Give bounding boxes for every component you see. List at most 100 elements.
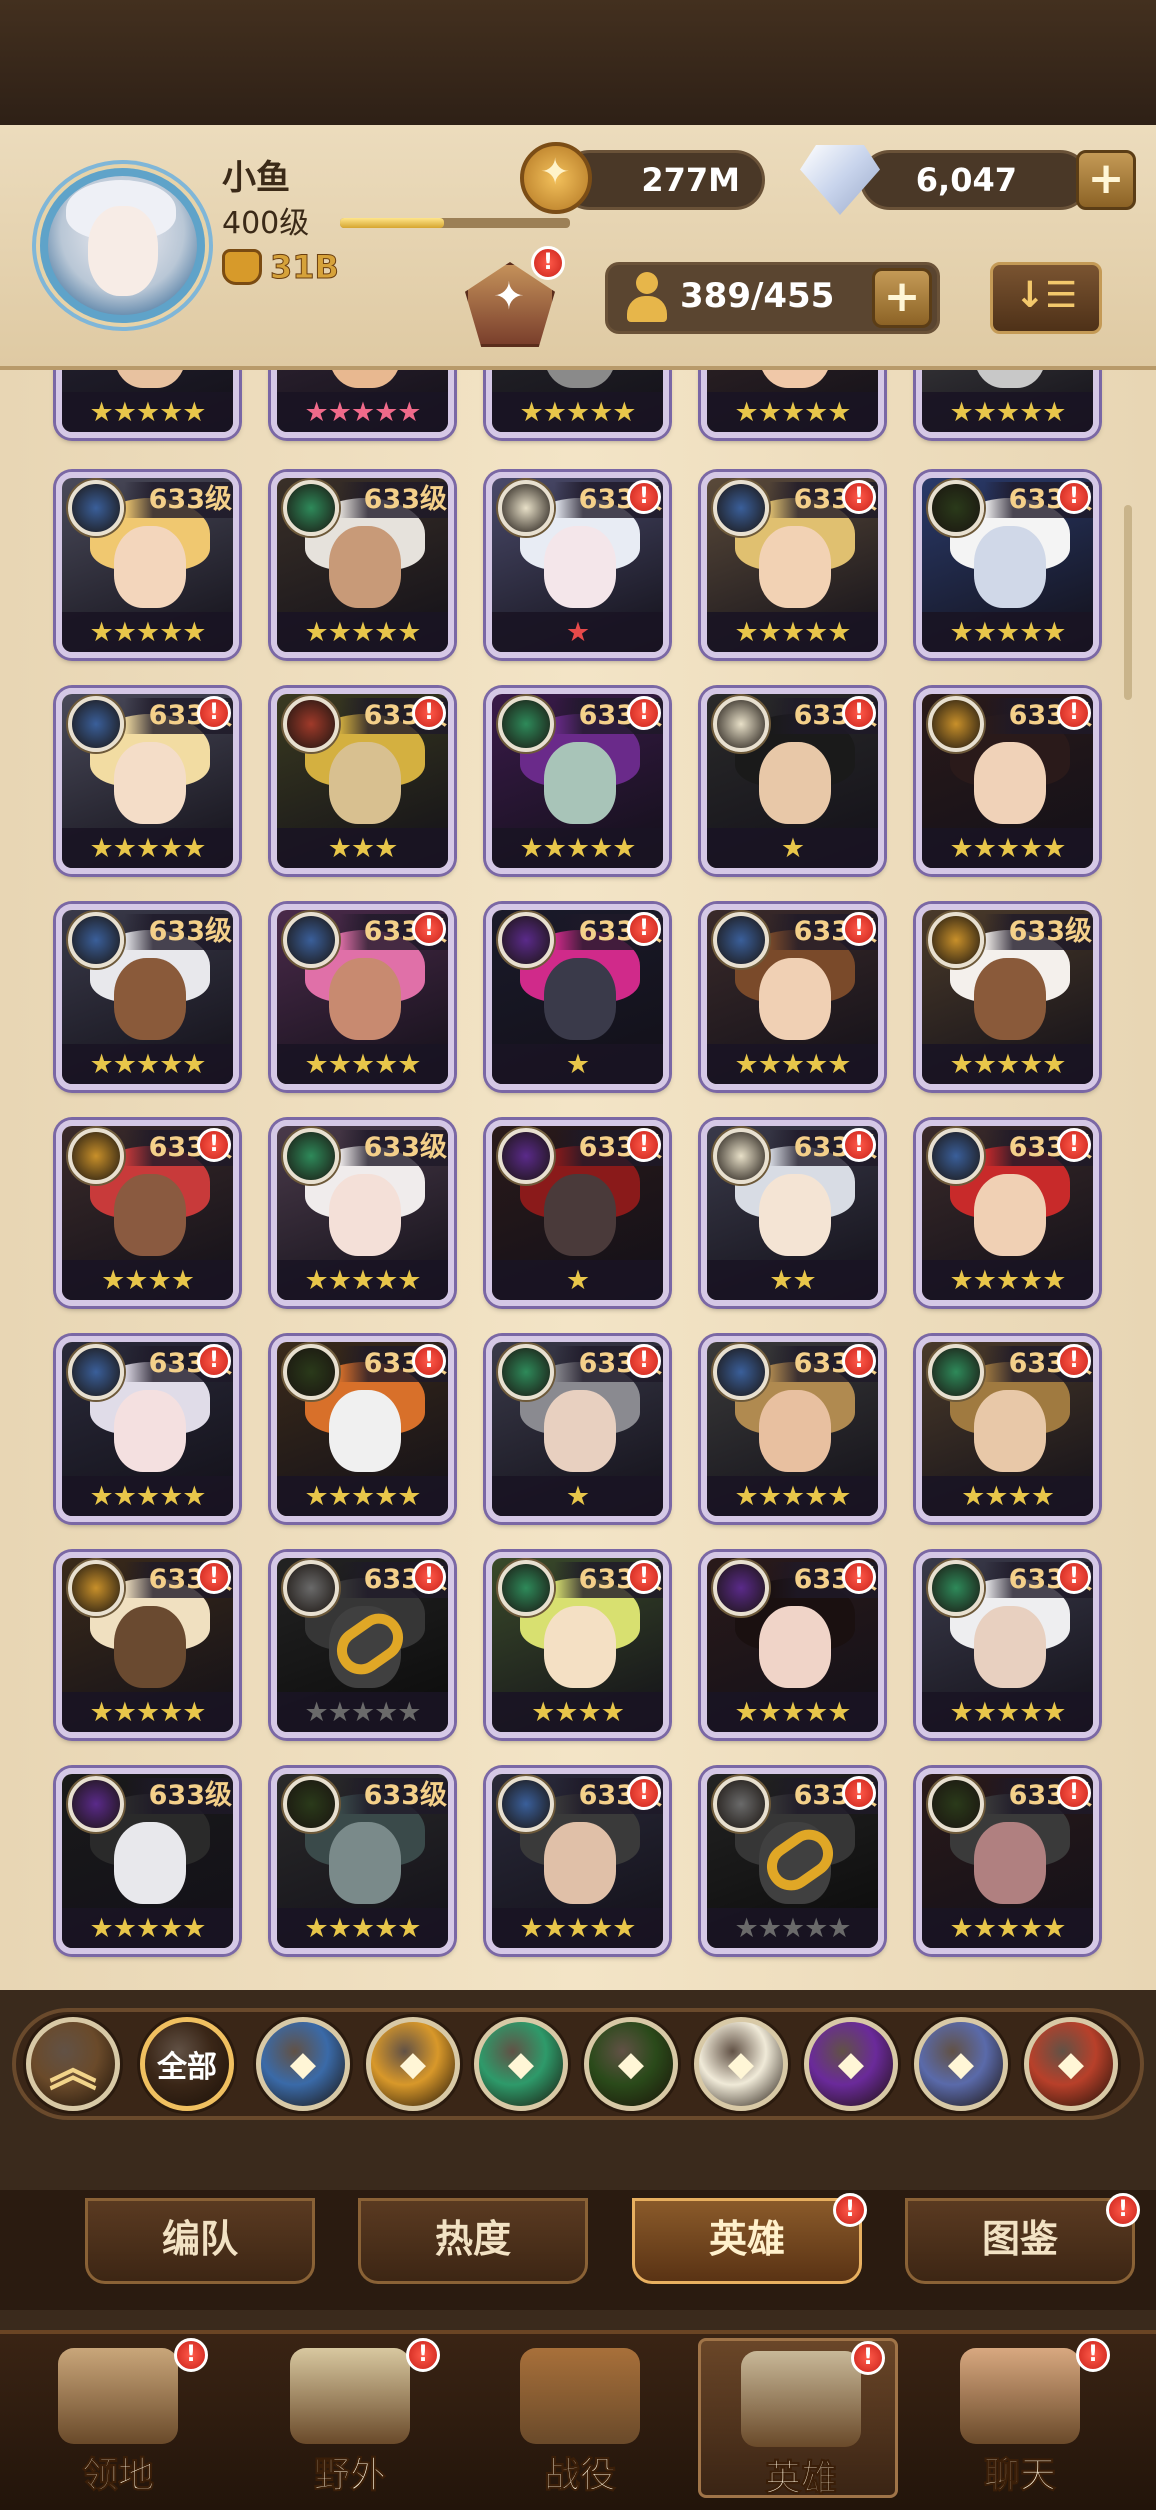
hero-card[interactable]: 633级 ★! [486, 904, 669, 1090]
hero-card[interactable]: 633级 ★★★★★! [701, 1768, 884, 1954]
notification-badge: ! [412, 912, 446, 946]
faction-icon [68, 696, 124, 752]
hero-card[interactable]: 633级 ★★★! [271, 688, 454, 874]
nav-wilderness[interactable]: 野外! [250, 2338, 450, 2498]
hero-face [329, 1174, 401, 1256]
hero-face [114, 370, 186, 388]
hero-card[interactable]: 633级 ★★★★★! [916, 688, 1099, 874]
hero-face [114, 1390, 186, 1472]
hero-stars: ★★★★★ [707, 1908, 878, 1948]
hero-card[interactable]: 633级 ★★★★! [486, 1552, 669, 1738]
nav-label: 战役 [543, 2455, 616, 2497]
hero-card[interactable]: 633级 ★! [486, 1120, 669, 1306]
hero-face [544, 1174, 616, 1256]
hero-stars: ★ [707, 828, 878, 868]
hero-card[interactable]: 633级 ★★★★★ [271, 1768, 454, 1954]
add-hero-slots-button[interactable]: + [872, 268, 932, 328]
hero-card[interactable]: 633级 ★★★★★ [271, 1120, 454, 1306]
faction-icon [928, 696, 984, 752]
graveborn-faction-filter-button[interactable]: ◆ [584, 2017, 678, 2111]
resonating-crystal-button[interactable]: ✦ ! [445, 246, 575, 352]
faction-icon [283, 1776, 339, 1832]
player-avatar[interactable] [40, 168, 205, 323]
lightbearer-faction-filter-button[interactable]: ◆ [256, 2017, 350, 2111]
player-level: 400级 [222, 206, 310, 241]
hero-card[interactable]: 633级 ★★★★★ [916, 904, 1099, 1090]
hero-card[interactable]: 633级 ★★★★★! [916, 472, 1099, 658]
hero-level: 633级 [339, 482, 448, 518]
lightbearer-faction-icon: ◆ [289, 2044, 317, 2084]
hero-card[interactable]: ★★★★★ [916, 370, 1099, 438]
double-chevron-up-filter-button[interactable]: ︽ [26, 2017, 120, 2111]
avatar-face [88, 206, 158, 296]
hero-card[interactable]: 633级 ★★★★! [56, 1120, 239, 1306]
dimensional-faction-filter-button[interactable]: ◆ [914, 2017, 1008, 2111]
tab-lineup[interactable]: 编队 [85, 2198, 315, 2284]
mauler-faction-filter-button[interactable]: ◆ [366, 2017, 460, 2111]
hero-card[interactable]: 633级 ★★★★★! [916, 1552, 1099, 1738]
tab-heroes[interactable]: 英雄! [632, 2193, 867, 2284]
hero-list[interactable]: ★★★★★ ★★★★★ ★★★★★ ★★★★★ ★★★★★ 633级 ★★★★★ 633级 ★★… [0, 370, 1156, 1990]
hero-card[interactable]: ★★★★★ [701, 370, 884, 438]
hypogean-faction-filter-button[interactable]: ◆ [804, 2017, 898, 2111]
all-icon: 全部 [157, 2050, 217, 2085]
nav-territory[interactable]: 领地! [18, 2338, 218, 2498]
hero-card[interactable]: 633级 ★! [701, 688, 884, 874]
nav-heroes[interactable]: 英雄! [698, 2338, 898, 2500]
nav-campaign[interactable]: 战役 [480, 2338, 680, 2498]
hero-stars: ★★★★★ [62, 1692, 233, 1732]
hero-card[interactable]: 633级 ★★★★★! [56, 1552, 239, 1738]
hero-card[interactable]: 633级 ★★★★★! [916, 1120, 1099, 1306]
hero-face [974, 1606, 1046, 1688]
hero-face [544, 1606, 616, 1688]
add-gems-button[interactable]: + [1076, 150, 1136, 210]
hero-card[interactable]: 633级 ★★★★! [916, 1336, 1099, 1522]
hero-card[interactable]: 633级 ★★★★★! [271, 1552, 454, 1738]
hero-stars: ★★★★★ [62, 612, 233, 652]
tab-collection[interactable]: 图鉴! [905, 2193, 1140, 2284]
faction-icon [68, 1344, 124, 1400]
hero-count: 389/455 [680, 276, 835, 316]
nav-chat[interactable]: 聊天! [920, 2338, 1120, 2498]
hero-card[interactable]: 633级 ★★! [701, 1120, 884, 1306]
hero-card[interactable]: 633级 ★★★★★! [701, 1552, 884, 1738]
hero-face [329, 526, 401, 608]
notification-badge: ! [851, 2341, 885, 2375]
hero-card[interactable]: ★★★★★ [271, 370, 454, 438]
hero-card[interactable]: 633级 ★! [486, 1336, 669, 1522]
hero-card[interactable]: 633级 ★★★★★! [271, 904, 454, 1090]
notification-badge: ! [842, 480, 876, 514]
hero-card[interactable]: 633级 ★★★★★! [56, 688, 239, 874]
hero-card[interactable]: 633级 ★! [486, 472, 669, 658]
wilder-faction-filter-button[interactable]: ◆ [474, 2017, 568, 2111]
hero-face [544, 742, 616, 824]
sort-button[interactable]: ↓☰ [990, 262, 1102, 334]
hero-card[interactable]: 633级 ★★★★★ [56, 472, 239, 658]
fire-faction-filter-button[interactable]: ◆ [1024, 2017, 1118, 2111]
hero-card[interactable]: 633级 ★★★★★! [701, 472, 884, 658]
all-filter-button[interactable]: 全部 [140, 2017, 234, 2111]
hero-stars: ★ [492, 1476, 663, 1516]
hero-card[interactable]: 633级 ★★★★★! [486, 1768, 669, 1954]
hero-card[interactable]: 633级 ★★★★★! [56, 1336, 239, 1522]
hero-card[interactable]: ★★★★★ [486, 370, 669, 438]
sword-crest-icon [520, 2348, 640, 2444]
hero-card[interactable]: 633级 ★★★★★! [486, 688, 669, 874]
combat-power: 31B [222, 248, 339, 287]
hero-card[interactable]: 633级 ★★★★★ [56, 904, 239, 1090]
hero-list-scrollbar[interactable] [1124, 505, 1132, 700]
tab-popularity[interactable]: 热度 [358, 2198, 588, 2284]
celestial-faction-filter-button[interactable]: ◆ [694, 2017, 788, 2111]
notification-badge: ! [197, 696, 231, 730]
hero-card[interactable]: 633级 ★★★★★! [701, 1336, 884, 1522]
hero-stars: ★★★★★ [277, 1476, 448, 1516]
hero-level: 633级 [984, 914, 1093, 950]
hero-card[interactable]: 633级 ★★★★★! [271, 1336, 454, 1522]
hero-card[interactable]: 633级 ★★★★★ [271, 472, 454, 658]
notification-badge: ! [412, 1344, 446, 1378]
hero-card[interactable]: 633级 ★★★★★! [916, 1768, 1099, 1954]
hero-card[interactable]: 633级 ★★★★★ [56, 1768, 239, 1954]
hero-face [759, 1390, 831, 1472]
hero-card[interactable]: ★★★★★ [56, 370, 239, 438]
hero-card[interactable]: 633级 ★★★★★! [701, 904, 884, 1090]
